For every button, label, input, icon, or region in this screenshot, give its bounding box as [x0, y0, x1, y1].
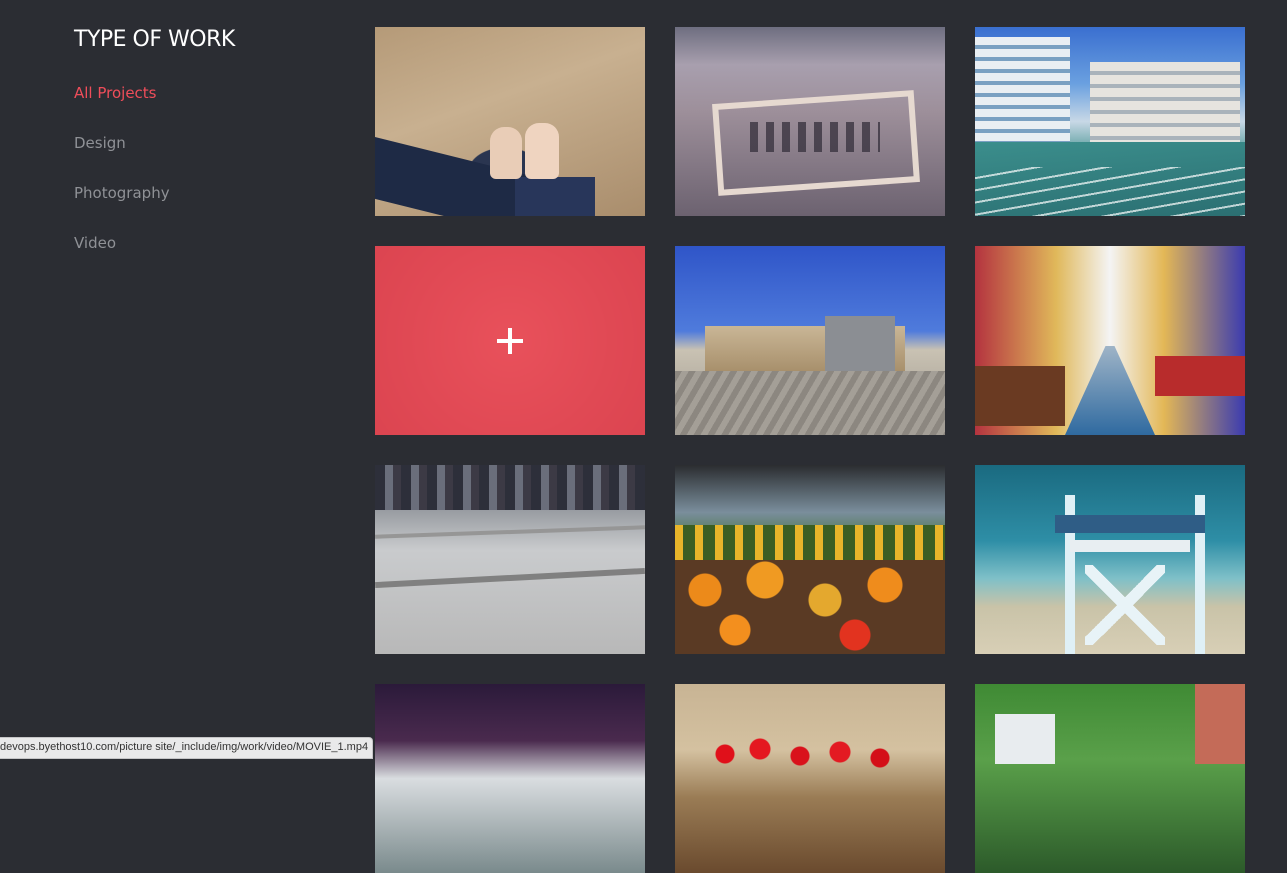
portfolio-image — [675, 246, 945, 435]
filter-video[interactable]: Video — [74, 233, 334, 283]
portfolio-item-crowded-walkway[interactable] — [375, 465, 645, 654]
filter-all-projects[interactable]: All Projects — [74, 83, 334, 133]
portfolio-item-garden-house[interactable] — [975, 684, 1245, 873]
portfolio-item-red-flowers[interactable] — [675, 684, 945, 873]
portfolio-item-feet-on-sand[interactable] — [375, 27, 645, 216]
portfolio-image — [375, 684, 645, 873]
plus-icon — [497, 327, 523, 354]
portfolio-grid — [375, 27, 1245, 873]
sidebar-title: TYPE OF WORK — [74, 27, 235, 52]
portfolio-image — [975, 27, 1245, 216]
portfolio-image — [675, 465, 945, 654]
portfolio-item-pier-view[interactable] — [375, 684, 645, 873]
portfolio-item-hovered[interactable] — [375, 246, 645, 435]
filter-design[interactable]: Design — [74, 133, 334, 183]
portfolio-item-plaza-buildings[interactable] — [675, 246, 945, 435]
portfolio-item-pumpkin-cart[interactable] — [675, 465, 945, 654]
filter-list: All Projects Design Photography Video — [74, 83, 334, 283]
portfolio-image — [675, 684, 945, 873]
portfolio-image — [975, 684, 1245, 873]
portfolio-image — [975, 465, 1245, 654]
portfolio-image — [375, 465, 645, 654]
portfolio-item-writing-in-sand[interactable] — [675, 27, 945, 216]
browser-status-bar: devops.byethost10.com/picture site/_incl… — [0, 737, 374, 759]
portfolio-image — [675, 27, 945, 216]
portfolio-image — [375, 27, 645, 216]
portfolio-item-lifeguard-tower[interactable] — [975, 465, 1245, 654]
portfolio-item-colorful-street[interactable] — [975, 246, 1245, 435]
sidebar: TYPE OF WORK All Projects Design Photogr… — [74, 24, 334, 283]
portfolio-image — [975, 246, 1245, 435]
hover-overlay[interactable] — [375, 246, 645, 435]
portfolio-item-city-boulevard[interactable] — [975, 27, 1245, 216]
filter-photography[interactable]: Photography — [74, 183, 334, 233]
